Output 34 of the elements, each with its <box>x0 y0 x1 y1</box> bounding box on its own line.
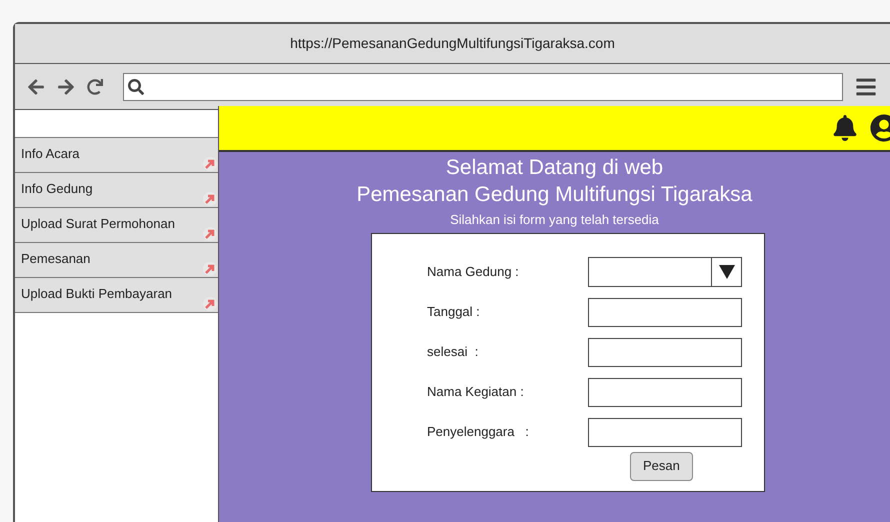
form-subtitle: Silahkan isi form yang telah tersedia <box>450 211 659 229</box>
field-label: Nama Gedung : <box>426 263 520 282</box>
welcome-title: Selamat Datang di web <box>446 155 664 181</box>
menu-icon[interactable] <box>855 76 877 98</box>
input-field[interactable] <box>588 418 742 446</box>
bell-icon[interactable] <box>832 115 858 141</box>
forward-icon[interactable] <box>57 78 75 96</box>
back-icon[interactable] <box>27 78 45 96</box>
sidebar-item[interactable]: Pemesanan <box>15 243 218 278</box>
field-label: Penyelenggara : <box>426 423 530 442</box>
submit-button[interactable]: Pesan <box>630 452 693 480</box>
link-arrow-icon <box>203 157 217 171</box>
link-arrow-icon <box>203 297 217 311</box>
field-label: selesai : <box>426 343 480 362</box>
dropdown-field[interactable] <box>588 257 742 287</box>
dropdown-arrow-icon <box>718 265 734 279</box>
reload-icon[interactable] <box>87 78 103 94</box>
link-arrow-icon <box>203 227 217 241</box>
field-label: Tanggal : <box>426 303 481 322</box>
sidebar-item[interactable]: Info Gedung <box>15 173 218 208</box>
sidebar-item[interactable]: Upload Bukti Pembayaran <box>15 278 218 313</box>
address-field[interactable] <box>123 72 843 100</box>
user-icon[interactable] <box>870 114 890 142</box>
sidebar-item[interactable]: Upload Surat Permohonan <box>15 208 218 243</box>
welcome-title: Pemesanan Gedung Multifungsi Tigaraksa <box>356 182 752 208</box>
input-field[interactable] <box>588 378 742 406</box>
input-field[interactable] <box>588 338 742 366</box>
field-label: Nama Kegiatan : <box>426 383 525 402</box>
browser-url: https://PemesananGedungMultifungsiTigaraksa.com <box>290 34 615 53</box>
link-arrow-icon <box>203 192 217 206</box>
input-field[interactable] <box>588 298 742 326</box>
search-icon <box>128 78 144 94</box>
sidebar-item[interactable]: Info Acara <box>15 138 218 173</box>
link-arrow-icon <box>203 262 217 276</box>
